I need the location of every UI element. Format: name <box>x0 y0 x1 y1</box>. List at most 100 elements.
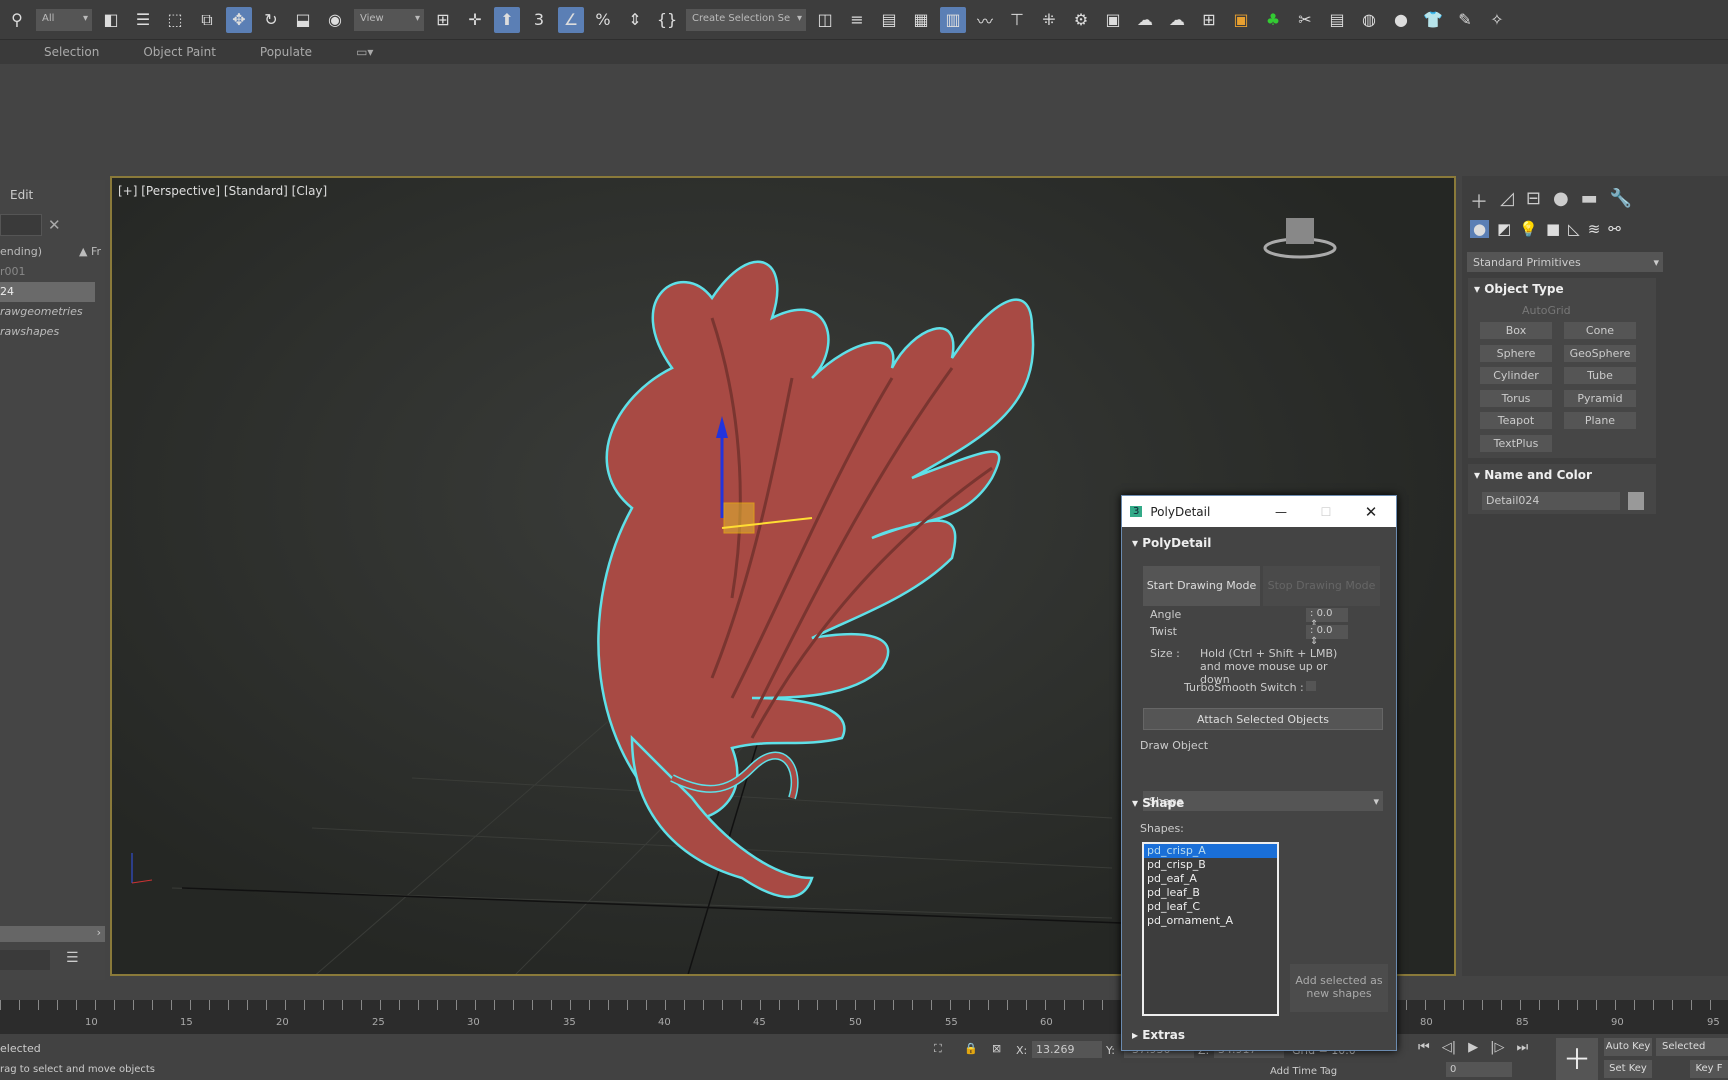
table-icon[interactable]: ▤ <box>1324 7 1350 33</box>
tab-object-paint[interactable]: Object Paint <box>143 45 216 59</box>
rect-selection-icon[interactable]: ⬚ <box>162 7 188 33</box>
close-icon[interactable]: ✕ <box>48 216 61 234</box>
layer-dropdown[interactable] <box>0 950 50 970</box>
utilities-tab-icon[interactable]: 🔧 <box>1610 188 1632 214</box>
category-dropdown[interactable]: Standard Primitives <box>1467 252 1663 272</box>
sort-header[interactable]: ending) ▲ Fr <box>0 242 105 262</box>
autogrid-checkbox[interactable]: AutoGrid <box>1522 304 1571 317</box>
isolate-icon[interactable]: ⛶ <box>934 1042 942 1056</box>
object-color-swatch[interactable] <box>1628 492 1644 510</box>
globe-icon[interactable]: ◍ <box>1356 7 1382 33</box>
layer-explorer-icon[interactable]: ▤ <box>876 7 902 33</box>
shape-list-item[interactable]: pd_leaf_C <box>1144 900 1277 914</box>
stop-drawing-button[interactable]: Stop Drawing Mode <box>1263 566 1380 606</box>
snap-icon[interactable]: ⚲ <box>4 7 30 33</box>
shapes-icon[interactable]: ◩ <box>1497 220 1511 238</box>
dot-icon[interactable]: ● <box>1388 7 1414 33</box>
shape-list-item[interactable]: pd_crisp_A <box>1144 844 1277 858</box>
shirt-icon[interactable]: 👕 <box>1420 7 1446 33</box>
shape-list-item[interactable]: pd_eaf_A <box>1144 872 1277 886</box>
next-frame-icon[interactable]: |▷ <box>1490 1040 1504 1055</box>
edit-named-sets-icon[interactable]: {} <box>654 7 680 33</box>
play-icon[interactable]: ▶ <box>1468 1040 1478 1055</box>
script-icon[interactable]: ✧ <box>1484 7 1510 33</box>
snap-3d-icon[interactable]: 3 <box>526 7 552 33</box>
list-item[interactable]: r001 <box>0 262 105 282</box>
key-filters-button[interactable]: Key F <box>1690 1060 1728 1078</box>
go-to-start-icon[interactable]: ⏮ <box>1418 1040 1430 1055</box>
render-frame-icon[interactable]: ▣ <box>1100 7 1126 33</box>
primitive-button-cone[interactable]: Cone <box>1564 322 1636 339</box>
select-object-icon[interactable]: ◧ <box>98 7 124 33</box>
align-icon[interactable]: ≡ <box>844 7 870 33</box>
tab-selection[interactable]: Selection <box>44 45 99 59</box>
close-button[interactable]: ✕ <box>1346 503 1396 521</box>
primitive-button-sphere[interactable]: Sphere <box>1480 344 1552 362</box>
schematic-icon[interactable]: ⊤ <box>1004 7 1030 33</box>
primitive-button-torus[interactable]: Torus <box>1480 389 1552 407</box>
brush-icon[interactable]: ✎ <box>1452 7 1478 33</box>
named-selection-dropdown[interactable]: Create Selection Se <box>686 8 806 31</box>
turbosmooth-checkbox[interactable] <box>1306 681 1316 691</box>
primitive-button-tube[interactable]: Tube <box>1564 367 1636 384</box>
helpers-icon[interactable]: ◺ <box>1568 220 1580 238</box>
lights-icon[interactable]: 💡 <box>1519 220 1538 238</box>
set-key-button[interactable]: Set Key <box>1604 1060 1652 1078</box>
plugin-icon[interactable]: ▣ <box>1228 7 1254 33</box>
search-input[interactable] <box>0 214 42 236</box>
spacewarps-icon[interactable]: ≋ <box>1588 220 1601 238</box>
maximize-button[interactable]: ☐ <box>1306 505 1346 519</box>
render-setup-icon[interactable]: ⚙ <box>1068 7 1094 33</box>
primitive-button-pyramid[interactable]: Pyramid <box>1564 389 1636 407</box>
select-by-name-icon[interactable]: ☰ <box>130 7 156 33</box>
x-coordinate-input[interactable]: 13.269 <box>1032 1041 1102 1058</box>
render-icon[interactable]: ☁ <box>1132 7 1158 33</box>
plant-icon[interactable]: ♣ <box>1260 7 1286 33</box>
twist-spinner[interactable]: : 0.0 ⇕ <box>1306 625 1348 647</box>
ribbon-icon[interactable]: ▥ <box>940 6 966 33</box>
geometry-icon[interactable]: ● <box>1470 220 1490 238</box>
layers-icon[interactable]: ☰ <box>66 950 79 966</box>
primitive-button-cylinder[interactable]: Cylinder <box>1480 367 1552 384</box>
shape-list-item[interactable]: pd_ornament_A <box>1144 914 1277 928</box>
rollout-extras[interactable]: ▸ Extras <box>1132 1028 1185 1042</box>
primitive-button-plane[interactable]: Plane <box>1564 412 1636 429</box>
selection-filter-dropdown[interactable]: All <box>36 8 92 31</box>
column-header[interactable]: ▲ Fr <box>79 242 101 262</box>
angle-snap-icon[interactable]: ∠ <box>558 6 584 33</box>
primitive-button-textplus[interactable]: TextPlus <box>1480 434 1552 452</box>
pivot-icon[interactable]: ⊞ <box>430 7 456 33</box>
render-cloud-icon[interactable]: ☁ <box>1164 7 1190 33</box>
angle-spinner[interactable]: : 0.0 ⇕ <box>1306 608 1348 630</box>
primitive-button-geosphere[interactable]: GeoSphere <box>1564 344 1636 362</box>
manipulate-icon[interactable]: ✛ <box>462 7 488 33</box>
prev-frame-icon[interactable]: ◁| <box>1442 1040 1456 1055</box>
motion-tab-icon[interactable]: ● <box>1553 188 1569 214</box>
menu-edit[interactable]: Edit <box>10 188 33 202</box>
spinner-snap-icon[interactable]: ⇕ <box>622 7 648 33</box>
tab-populate[interactable]: Populate <box>260 45 312 59</box>
add-selected-shapes-button[interactable]: Add selected as new shapes <box>1290 964 1388 1012</box>
shape-list-item[interactable]: pd_leaf_B <box>1144 886 1277 900</box>
place-icon[interactable]: ◉ <box>322 7 348 33</box>
list-item[interactable]: rawshapes <box>0 322 105 342</box>
attach-selected-button[interactable]: Attach Selected Objects <box>1143 708 1383 730</box>
shapes-listbox[interactable]: pd_crisp_A pd_crisp_B pd_eaf_A pd_leaf_B pd_… <box>1142 842 1279 1016</box>
shape-list-item[interactable]: pd_crisp_B <box>1144 858 1277 872</box>
material-editor-icon[interactable]: ⁜ <box>1036 7 1062 33</box>
primitive-button-teapot[interactable]: Teapot <box>1480 412 1552 429</box>
grid-icon[interactable]: ⊞ <box>1196 7 1222 33</box>
start-drawing-button[interactable]: Start Drawing Mode <box>1143 566 1260 606</box>
set-key-big-button[interactable]: ＋ <box>1556 1038 1598 1080</box>
rotate-icon[interactable]: ↻ <box>258 7 284 33</box>
create-tab-icon[interactable]: ＋ <box>1470 188 1488 214</box>
ribbon-options-icon[interactable]: ▭▾ <box>356 45 373 59</box>
window-titlebar[interactable]: 3 PolyDetail — ☐ ✕ <box>1122 496 1396 527</box>
mirror-icon[interactable]: ◫ <box>812 7 838 33</box>
current-frame-input[interactable]: 0 <box>1446 1062 1512 1077</box>
tools-icon[interactable]: ✂ <box>1292 7 1318 33</box>
modify-tab-icon[interactable]: ◿ <box>1500 188 1514 214</box>
list-item-selected[interactable]: 24 <box>0 282 95 302</box>
list-item[interactable]: rawgeometries <box>0 302 105 322</box>
absolute-mode-icon[interactable]: ⊠ <box>992 1042 1001 1055</box>
